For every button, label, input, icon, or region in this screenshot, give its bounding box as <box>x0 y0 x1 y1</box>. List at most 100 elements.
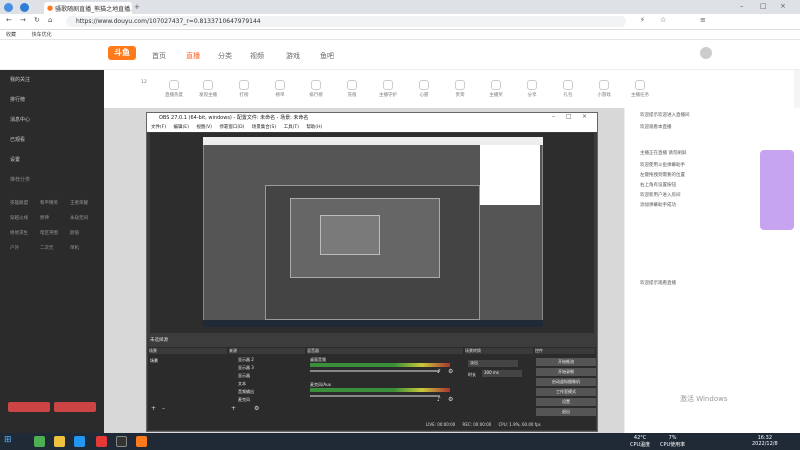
source-item[interactable]: 文本 <box>238 381 246 387</box>
folder-icon[interactable] <box>54 436 65 447</box>
toolbar-icon[interactable]: 发现主播 <box>198 80 218 98</box>
promo-banner[interactable] <box>760 150 794 230</box>
volume-slider[interactable] <box>310 395 440 397</box>
nav-video[interactable]: 视频 <box>250 51 264 61</box>
obs-menu-edit[interactable]: 编辑(E) <box>174 125 189 130</box>
mic-icon[interactable]: ♪ <box>437 396 441 403</box>
reload-icon[interactable]: ↻ <box>34 16 40 24</box>
browser-tab[interactable]: ● 骚歌随剧直播_熊猫之地直播... × <box>44 2 132 14</box>
sidebar-item-rank[interactable]: 排行榜 <box>10 96 25 103</box>
category-link[interactable]: 王者荣耀 <box>70 200 88 206</box>
toolbar-icon[interactable]: 充值 <box>342 80 362 98</box>
category-link[interactable]: 颜值 <box>70 230 79 236</box>
toolbar-icon[interactable]: 主播守护 <box>378 80 398 98</box>
toolbar-icon[interactable]: 主播奖 <box>486 80 506 98</box>
add-scene-icon[interactable]: + <box>151 405 156 412</box>
maximize-window-icon[interactable]: □ <box>760 2 767 10</box>
toolbar-icon[interactable]: 分享 <box>522 80 542 98</box>
toolbar-icon[interactable]: 直播热度 <box>164 80 184 98</box>
source-item[interactable]: 麦克风 <box>238 397 250 403</box>
taskbar-app-icon[interactable] <box>96 436 107 447</box>
scene-item[interactable]: 场景 <box>150 358 226 364</box>
taskbar-app-icon[interactable] <box>34 436 45 447</box>
category-link[interactable]: 暗区突围 <box>40 230 58 236</box>
address-bar[interactable]: https://www.douyu.com/107027437_r=0.8133… <box>66 16 626 27</box>
category-link[interactable]: 单机 <box>70 245 79 251</box>
toolbar-icon[interactable]: 贵宾 <box>450 80 470 98</box>
sidebar-item-follow[interactable]: 我的关注 <box>10 76 30 83</box>
transition-select[interactable]: 淡出 <box>468 360 518 367</box>
toolbar-icon[interactable]: 排行榜 <box>306 80 326 98</box>
menu-icon[interactable]: ≡ <box>700 16 706 24</box>
sidebar-item-settings[interactable]: 设置 <box>10 156 20 163</box>
obs-menu-view[interactable]: 视图(V) <box>196 125 212 130</box>
nav-fishbar[interactable]: 鱼吧 <box>320 51 334 61</box>
obs-close-icon[interactable]: × <box>582 113 587 120</box>
start-streaming-button[interactable]: 开始推流 <box>536 358 596 366</box>
nav-game[interactable]: 游戏 <box>286 51 300 61</box>
settings-button[interactable]: 设置 <box>536 398 596 406</box>
taskbar-app-icon[interactable] <box>136 436 147 447</box>
obs-menu-tools[interactable]: 工具(T) <box>284 125 299 130</box>
forward-icon[interactable]: → <box>20 16 26 24</box>
bookmark-item[interactable]: 快车优化 <box>32 32 52 38</box>
remove-scene-icon[interactable]: – <box>162 405 165 412</box>
obs-menu-file[interactable]: 文件(F) <box>151 125 166 130</box>
bookmark-item[interactable]: 收藏 <box>6 32 16 38</box>
category-link[interactable]: 原神 <box>40 215 49 221</box>
virtual-camera-button[interactable]: 启动虚拟摄像机 <box>536 378 596 386</box>
category-link[interactable]: 英雄联盟 <box>10 200 28 206</box>
nav-live[interactable]: 直播 <box>186 51 200 61</box>
category-link[interactable]: 二次元 <box>40 245 54 251</box>
category-link[interactable]: 户外 <box>10 245 19 251</box>
category-link[interactable]: 绝地求生 <box>10 230 28 236</box>
toolbar-icon[interactable]: 打榜 <box>234 80 254 98</box>
add-source-icon[interactable]: + <box>231 405 236 412</box>
bookmark-star-icon[interactable]: ☆ <box>660 16 666 24</box>
duration-input[interactable]: 300 ms <box>482 370 522 377</box>
toolbar-icon[interactable]: 小游戏 <box>594 80 614 98</box>
sidebar-item-messages[interactable]: 消息中心 <box>10 116 30 123</box>
obs-menu-docks[interactable]: 停靠窗口(D) <box>219 125 244 130</box>
new-tab-icon[interactable]: + <box>134 3 140 11</box>
mixer-gear-icon[interactable]: ⚙ <box>448 396 453 403</box>
back-icon[interactable]: ← <box>6 16 12 24</box>
obs-maximize-icon[interactable]: □ <box>566 113 572 120</box>
obs-menu-scenes[interactable]: 场景集合(S) <box>252 125 276 130</box>
source-settings-icon[interactable]: ⚙ <box>254 405 259 412</box>
speaker-icon[interactable]: ♪ <box>437 368 441 375</box>
close-window-icon[interactable]: × <box>780 2 786 10</box>
douyu-logo[interactable]: 斗鱼 <box>108 46 136 60</box>
obs-taskbar-icon[interactable] <box>116 436 127 447</box>
toolbar-icon[interactable]: 榜单 <box>270 80 290 98</box>
extensions-icon[interactable]: ⚡ <box>640 16 645 24</box>
download-app-button[interactable] <box>8 402 50 412</box>
exit-button[interactable]: 退出 <box>536 408 596 416</box>
source-item[interactable]: 显示器 <box>238 373 250 379</box>
start-recording-button[interactable]: 开始录制 <box>536 368 596 376</box>
clock[interactable]: 16:32 2022/12/8 <box>752 435 778 447</box>
source-item[interactable]: 显示器 2 <box>238 357 254 363</box>
mixer-gear-icon[interactable]: ⚙ <box>448 368 453 375</box>
avatar[interactable] <box>700 47 712 59</box>
windows-start-icon[interactable]: ⊞ <box>4 435 12 445</box>
nav-home[interactable]: 首页 <box>152 51 166 61</box>
obs-menu-help[interactable]: 帮助(H) <box>306 125 322 130</box>
toolbar-icon[interactable]: 主播任务 <box>630 80 650 98</box>
home-icon[interactable]: ⌂ <box>48 16 52 24</box>
minimize-window-icon[interactable]: – <box>740 2 744 10</box>
category-link[interactable]: 永劫无间 <box>70 215 88 221</box>
taskbar-app-icon[interactable] <box>74 436 85 447</box>
sidebar-item-history[interactable]: 已观看 <box>10 136 25 143</box>
open-live-button[interactable] <box>54 402 96 412</box>
toolbar-icon[interactable]: 礼包 <box>558 80 578 98</box>
volume-slider[interactable] <box>310 370 440 372</box>
nav-category[interactable]: 分类 <box>218 51 232 61</box>
category-link[interactable]: 和平精英 <box>40 200 58 206</box>
source-item[interactable]: 显示器 3 <box>238 365 254 371</box>
studio-mode-button[interactable]: 工作室模式 <box>536 388 596 396</box>
toolbar-icon[interactable]: 心愿 <box>414 80 434 98</box>
source-item[interactable]: 音频输出 <box>238 389 254 395</box>
obs-minimize-icon[interactable]: – <box>552 113 555 120</box>
category-link[interactable]: 穿越火线 <box>10 215 28 221</box>
